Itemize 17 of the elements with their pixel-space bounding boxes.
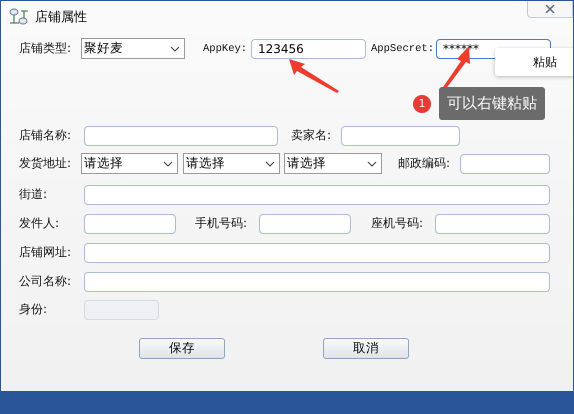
window-title: 店铺属性 [35,8,87,26]
field-label: 邮政编码: [398,155,452,172]
field-label: 发货地址: [19,155,72,172]
field-label: 店铺网址: [19,244,72,261]
step-badge: 1 [413,94,431,112]
tooltip: 可以右键粘贴 [439,87,545,120]
field-label: 店铺类型: [19,40,72,57]
field-label: 身份: [19,301,48,318]
field-label: AppSecret: [371,42,434,54]
field-label: AppKey: [203,42,248,54]
field-label: 街道: [19,186,48,203]
field-label: 发件人: [19,215,60,232]
field-label: 店铺名称: [19,127,72,144]
field-label: 手机号码: [195,215,248,232]
field-label: 公司名称: [19,273,72,290]
field-label: 卖家名: [291,127,332,144]
field-label: 座机号码: [371,215,424,232]
